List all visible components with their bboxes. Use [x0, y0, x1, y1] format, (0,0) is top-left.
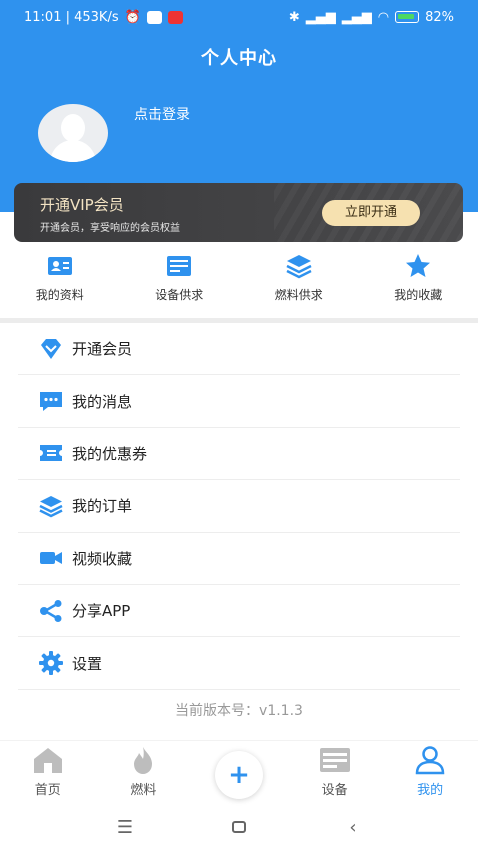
menu-item-vip[interactable]: 开通会员 [18, 323, 460, 376]
avatar[interactable] [38, 104, 108, 162]
diamond-icon [41, 338, 61, 359]
quick-item-fuel[interactable]: 燃料供求 [239, 252, 359, 314]
vip-subtitle: 开通会员，享受响应的会员权益 [40, 223, 180, 234]
login-link[interactable]: 点击登录 [134, 104, 190, 124]
tab-label: 首页 [34, 783, 61, 798]
menu-label: 视频收藏 [72, 549, 133, 568]
system-nav-bar: ☰ ‹ [0, 804, 478, 850]
menu-item-coupons[interactable]: 我的优惠券 [18, 428, 460, 481]
profile-card-icon [47, 257, 72, 275]
device-icon [319, 748, 350, 772]
tab-device[interactable]: 设备 [287, 741, 383, 802]
quick-label: 燃料供求 [274, 288, 323, 302]
menu-item-orders[interactable]: 我的订单 [18, 480, 460, 533]
menu-label: 开通会员 [72, 340, 133, 359]
app-notification-icon [167, 10, 183, 24]
open-vip-button[interactable]: 立即开通 [322, 200, 420, 226]
status-time-speed: 11:01 | 453K/s [24, 9, 119, 25]
menu-item-video-favorites[interactable]: 视频收藏 [18, 533, 460, 585]
home-nav-icon[interactable] [228, 816, 250, 838]
add-button[interactable]: + [214, 751, 263, 799]
tab-home[interactable]: 首页 [0, 741, 96, 802]
plus-icon: + [228, 760, 250, 790]
header: 11:01 | 453K/s ⏰ ✱ ▂▄▆ ▂▄▆ ◠ 82% 个人中心 点击… [0, 0, 478, 212]
vip-card[interactable]: 开通VIP会员 开通会员，享受响应的会员权益 立即开通 [14, 183, 463, 242]
status-bar: 11:01 | 453K/s ⏰ ✱ ▂▄▆ ▂▄▆ ◠ 82% [0, 0, 478, 34]
menu-item-share[interactable]: 分享APP [18, 585, 460, 638]
quick-item-profile[interactable]: 我的资料 [0, 252, 120, 314]
menu-label: 分享APP [72, 602, 131, 621]
message-icon [40, 392, 62, 412]
vip-title: 开通VIP会员 [40, 196, 124, 214]
bottom-tab-bar: 首页 燃料 + 设备 我的 [0, 740, 478, 802]
page-title: 个人中心 [201, 48, 277, 69]
back-nav-icon[interactable]: ‹ [342, 816, 364, 838]
share-icon [40, 599, 62, 622]
menu-item-settings[interactable]: 设置 [18, 637, 460, 690]
quick-actions: 我的资料 设备供求 燃料供求 我的收藏 [0, 252, 478, 314]
menu-list: 开通会员 我的消息 我的优惠券 我的订单 视频收藏 分享APP 设置 [18, 323, 460, 690]
tab-label: 我的 [417, 783, 444, 798]
flame-icon [134, 747, 153, 774]
alarm-icon: ⏰ [124, 9, 141, 25]
layers-icon [39, 495, 63, 518]
menu-item-messages[interactable]: 我的消息 [18, 375, 460, 428]
quick-label: 设备供求 [155, 288, 204, 302]
home-icon [33, 748, 62, 773]
video-icon [40, 552, 62, 565]
quick-label: 我的资料 [35, 288, 84, 302]
menu-label: 我的消息 [72, 392, 133, 411]
signal-icon-2: ▂▄▆ [341, 9, 372, 25]
wifi-icon: ◠ [377, 9, 390, 25]
tab-label: 设备 [321, 783, 348, 798]
user-icon [415, 746, 445, 775]
bluetooth-icon: ✱ [288, 9, 300, 25]
menu-label: 设置 [72, 654, 103, 673]
battery-percent: 82% [425, 9, 454, 25]
quick-item-device[interactable]: 设备供求 [120, 252, 240, 314]
device-icon [167, 256, 192, 276]
gear-icon [39, 651, 63, 676]
layers-icon [286, 255, 312, 279]
quick-item-favorites[interactable]: 我的收藏 [359, 252, 478, 314]
battery-icon [395, 11, 420, 23]
menu-label: 我的订单 [72, 497, 133, 516]
quick-label: 我的收藏 [394, 288, 443, 302]
qq-icon [146, 10, 162, 24]
signal-icon: ▂▄▆ [305, 9, 336, 25]
tab-mine[interactable]: 我的 [382, 741, 478, 802]
menu-nav-icon[interactable]: ☰ [114, 816, 136, 838]
tab-fuel[interactable]: 燃料 [96, 741, 192, 802]
menu-label: 我的优惠券 [72, 444, 148, 463]
tab-add[interactable]: + [191, 741, 287, 802]
tab-label: 燃料 [130, 783, 157, 798]
version-label: 当前版本号：v1.1.3 [175, 703, 303, 719]
coupon-icon [40, 445, 62, 462]
star-icon [406, 254, 431, 277]
